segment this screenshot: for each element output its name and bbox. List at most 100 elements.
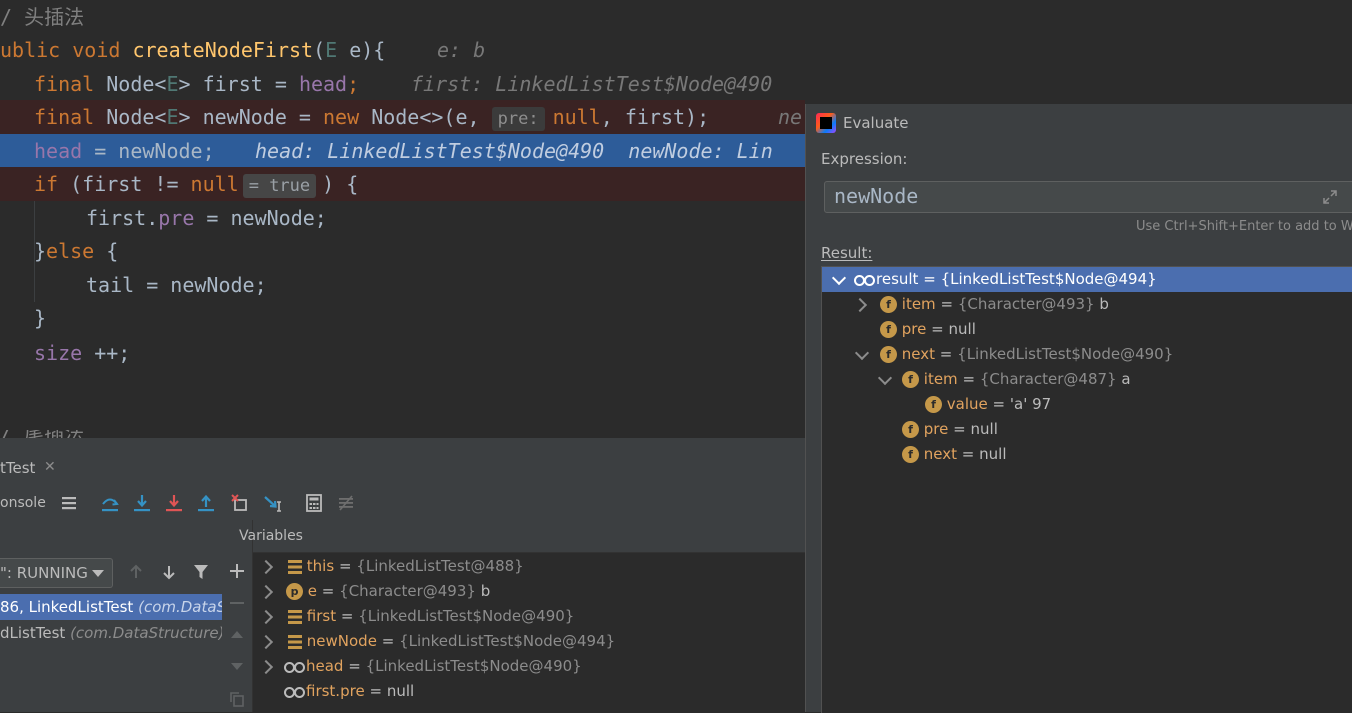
chevron-down-icon [92,570,104,577]
drop-frame-icon[interactable] [229,492,251,514]
tree-row[interactable]: f pre = null [822,417,1352,442]
dialog-title-bar[interactable]: Evaluate [806,104,1352,142]
list-icon [288,609,302,624]
frames-panel: ": RUNNING 86, LinkedListTest (com.DataS… [0,520,223,712]
list-icon [288,559,302,574]
thread-selector[interactable]: ": RUNNING [0,558,113,588]
statement: tail = newNode; [86,273,267,297]
field-icon: f [902,421,919,438]
inline-debug-hint: head: LinkedListTest$Node@490 newNode: L… [255,139,773,163]
code-line-3[interactable]: final Node<E> first = head; first: Linke… [0,67,805,101]
code-line-8[interactable]: }else { [0,234,805,268]
statement: }else { [34,239,119,263]
watch-icon [284,686,306,698]
statement: } [34,306,47,330]
chevron-right-icon[interactable] [852,297,868,313]
statement: first.pre = newNode; [86,206,327,230]
statement: if (first != null = true) { [34,172,359,198]
tree-row[interactable]: f item = {Character@487} a [822,367,1352,392]
arrow-down-icon[interactable] [159,562,179,582]
tree-row[interactable]: f next = {LinkedListTest$Node@490} [822,342,1352,367]
code-line-2[interactable]: ublic void createNodeFirst(E e){ e: b [0,33,805,67]
debug-session-tab[interactable]: tTest [0,459,35,477]
close-icon[interactable]: ✕ [44,459,56,475]
tree-row-content: f pre = null [880,317,976,342]
chevron-down-icon[interactable] [854,345,870,361]
intellij-icon [816,113,836,133]
statement: final Node<E> first = head; [34,72,360,96]
shortcut-hint: Use Ctrl+Shift+Enter to add to Wat [1136,219,1352,234]
chevron-down-icon[interactable] [831,270,847,286]
step-into-icon[interactable] [131,492,153,514]
inline-debug-hint: ne [778,105,803,129]
step-over-icon[interactable] [99,492,121,514]
filter-icon[interactable] [191,562,211,582]
tree-row[interactable]: f pre = null [822,317,1352,342]
code-line-6[interactable]: if (first != null = true) { [0,167,805,201]
run-to-cursor-icon[interactable] [262,492,284,514]
code-line-11[interactable]: size ++; [0,336,805,370]
result-label: Result: [821,244,873,262]
tree-row[interactable]: f value = 'a' 97 [822,392,1352,417]
code-line-1[interactable]: / 头插法 [0,0,805,34]
watch-icon [284,661,306,673]
variable-content: this = {LinkedListTest@488} [288,554,524,579]
stack-frame-item[interactable]: dListTest (com.DataStructure) [0,620,222,646]
method-signature: ublic void createNodeFirst(E e){ [0,38,386,62]
debug-toolbar: onsole [0,486,805,521]
add-watch-icon[interactable] [228,562,246,580]
code-line-7[interactable]: first.pre = newNode; [0,201,805,235]
arrow-up-icon[interactable] [126,562,146,582]
code-line-5-current[interactable]: head = newNode; head: LinkedListTest$Nod… [0,134,805,168]
stack-frame-item[interactable]: 86, LinkedListTest (com.DataS [0,594,222,620]
statement: final Node<E> newNode = new Node<>(e, pr… [34,105,710,131]
code-editor[interactable]: / 头插法 ublic void createNodeFirst(E e){ e… [0,0,805,440]
debug-tab-bar: tTest ✕ [0,450,805,487]
chevron-down-icon[interactable] [877,370,893,386]
expand-icon[interactable] [1323,190,1337,204]
result-tree[interactable]: result = {LinkedListTest$Node@494} f ite… [821,266,1352,713]
variable-content: first = {LinkedListTest$Node@490} [288,604,574,629]
tree-row-content: f item = {Character@487} a [902,367,1131,392]
field-icon: f [902,446,919,463]
menu-icon[interactable] [58,492,80,514]
dialog-title: Evaluate [843,114,909,132]
move-down-icon[interactable] [228,657,246,675]
debug-panel: tTest ✕ onsole ": RUNNING 86, LinkedList… [0,450,805,712]
code-line-10[interactable]: } [0,301,805,335]
evaluate-dialog: Evaluate Expression: newNode Use Ctrl+Sh… [805,104,1352,713]
console-tab[interactable]: onsole [0,495,46,511]
expression-input[interactable]: newNode [824,181,1352,213]
tree-row-content: f next = null [902,442,1007,467]
statement: head = newNode; [34,139,215,163]
step-out-icon[interactable] [195,492,217,514]
variables-side-toolbar [222,520,253,712]
inline-debug-hint: e: b [437,38,486,62]
remove-watch-icon[interactable] [228,594,246,612]
tree-row[interactable]: f next = null [822,442,1352,467]
variable-content: first.pre = null [284,679,414,704]
variables-header: Variables [239,520,805,553]
comment-text: / 头插法 [0,5,85,29]
variable-content: head = {LinkedListTest$Node@490} [284,654,582,679]
move-up-icon[interactable] [228,626,246,644]
tree-row-content: result = {LinkedListTest$Node@494} [854,267,1157,292]
force-step-into-icon[interactable] [163,492,185,514]
tree-row[interactable]: result = {LinkedListTest$Node@494} [822,267,1352,292]
copy-icon[interactable] [228,690,246,708]
code-line-9[interactable]: tail = newNode; [0,268,805,302]
expression-label: Expression: [821,150,908,168]
field-icon: f [925,396,942,413]
variable-content: newNode = {LinkedListTest$Node@494} [288,629,615,654]
inline-value-hint: = true [242,174,317,198]
variable-content: p e = {Character@493} b [286,579,490,604]
tree-row-content: f value = 'a' 97 [925,392,1051,417]
tree-row[interactable]: f item = {Character@493} b [822,292,1352,317]
code-line-4[interactable]: final Node<E> newNode = new Node<>(e, pr… [0,100,805,134]
tree-row-content: f item = {Character@493} b [880,292,1109,317]
mute-breakpoints-icon[interactable] [335,492,357,514]
calculator-icon[interactable] [303,492,325,514]
panel-splitter[interactable] [0,438,805,450]
field-icon: f [880,321,897,338]
field-icon: f [902,371,919,388]
